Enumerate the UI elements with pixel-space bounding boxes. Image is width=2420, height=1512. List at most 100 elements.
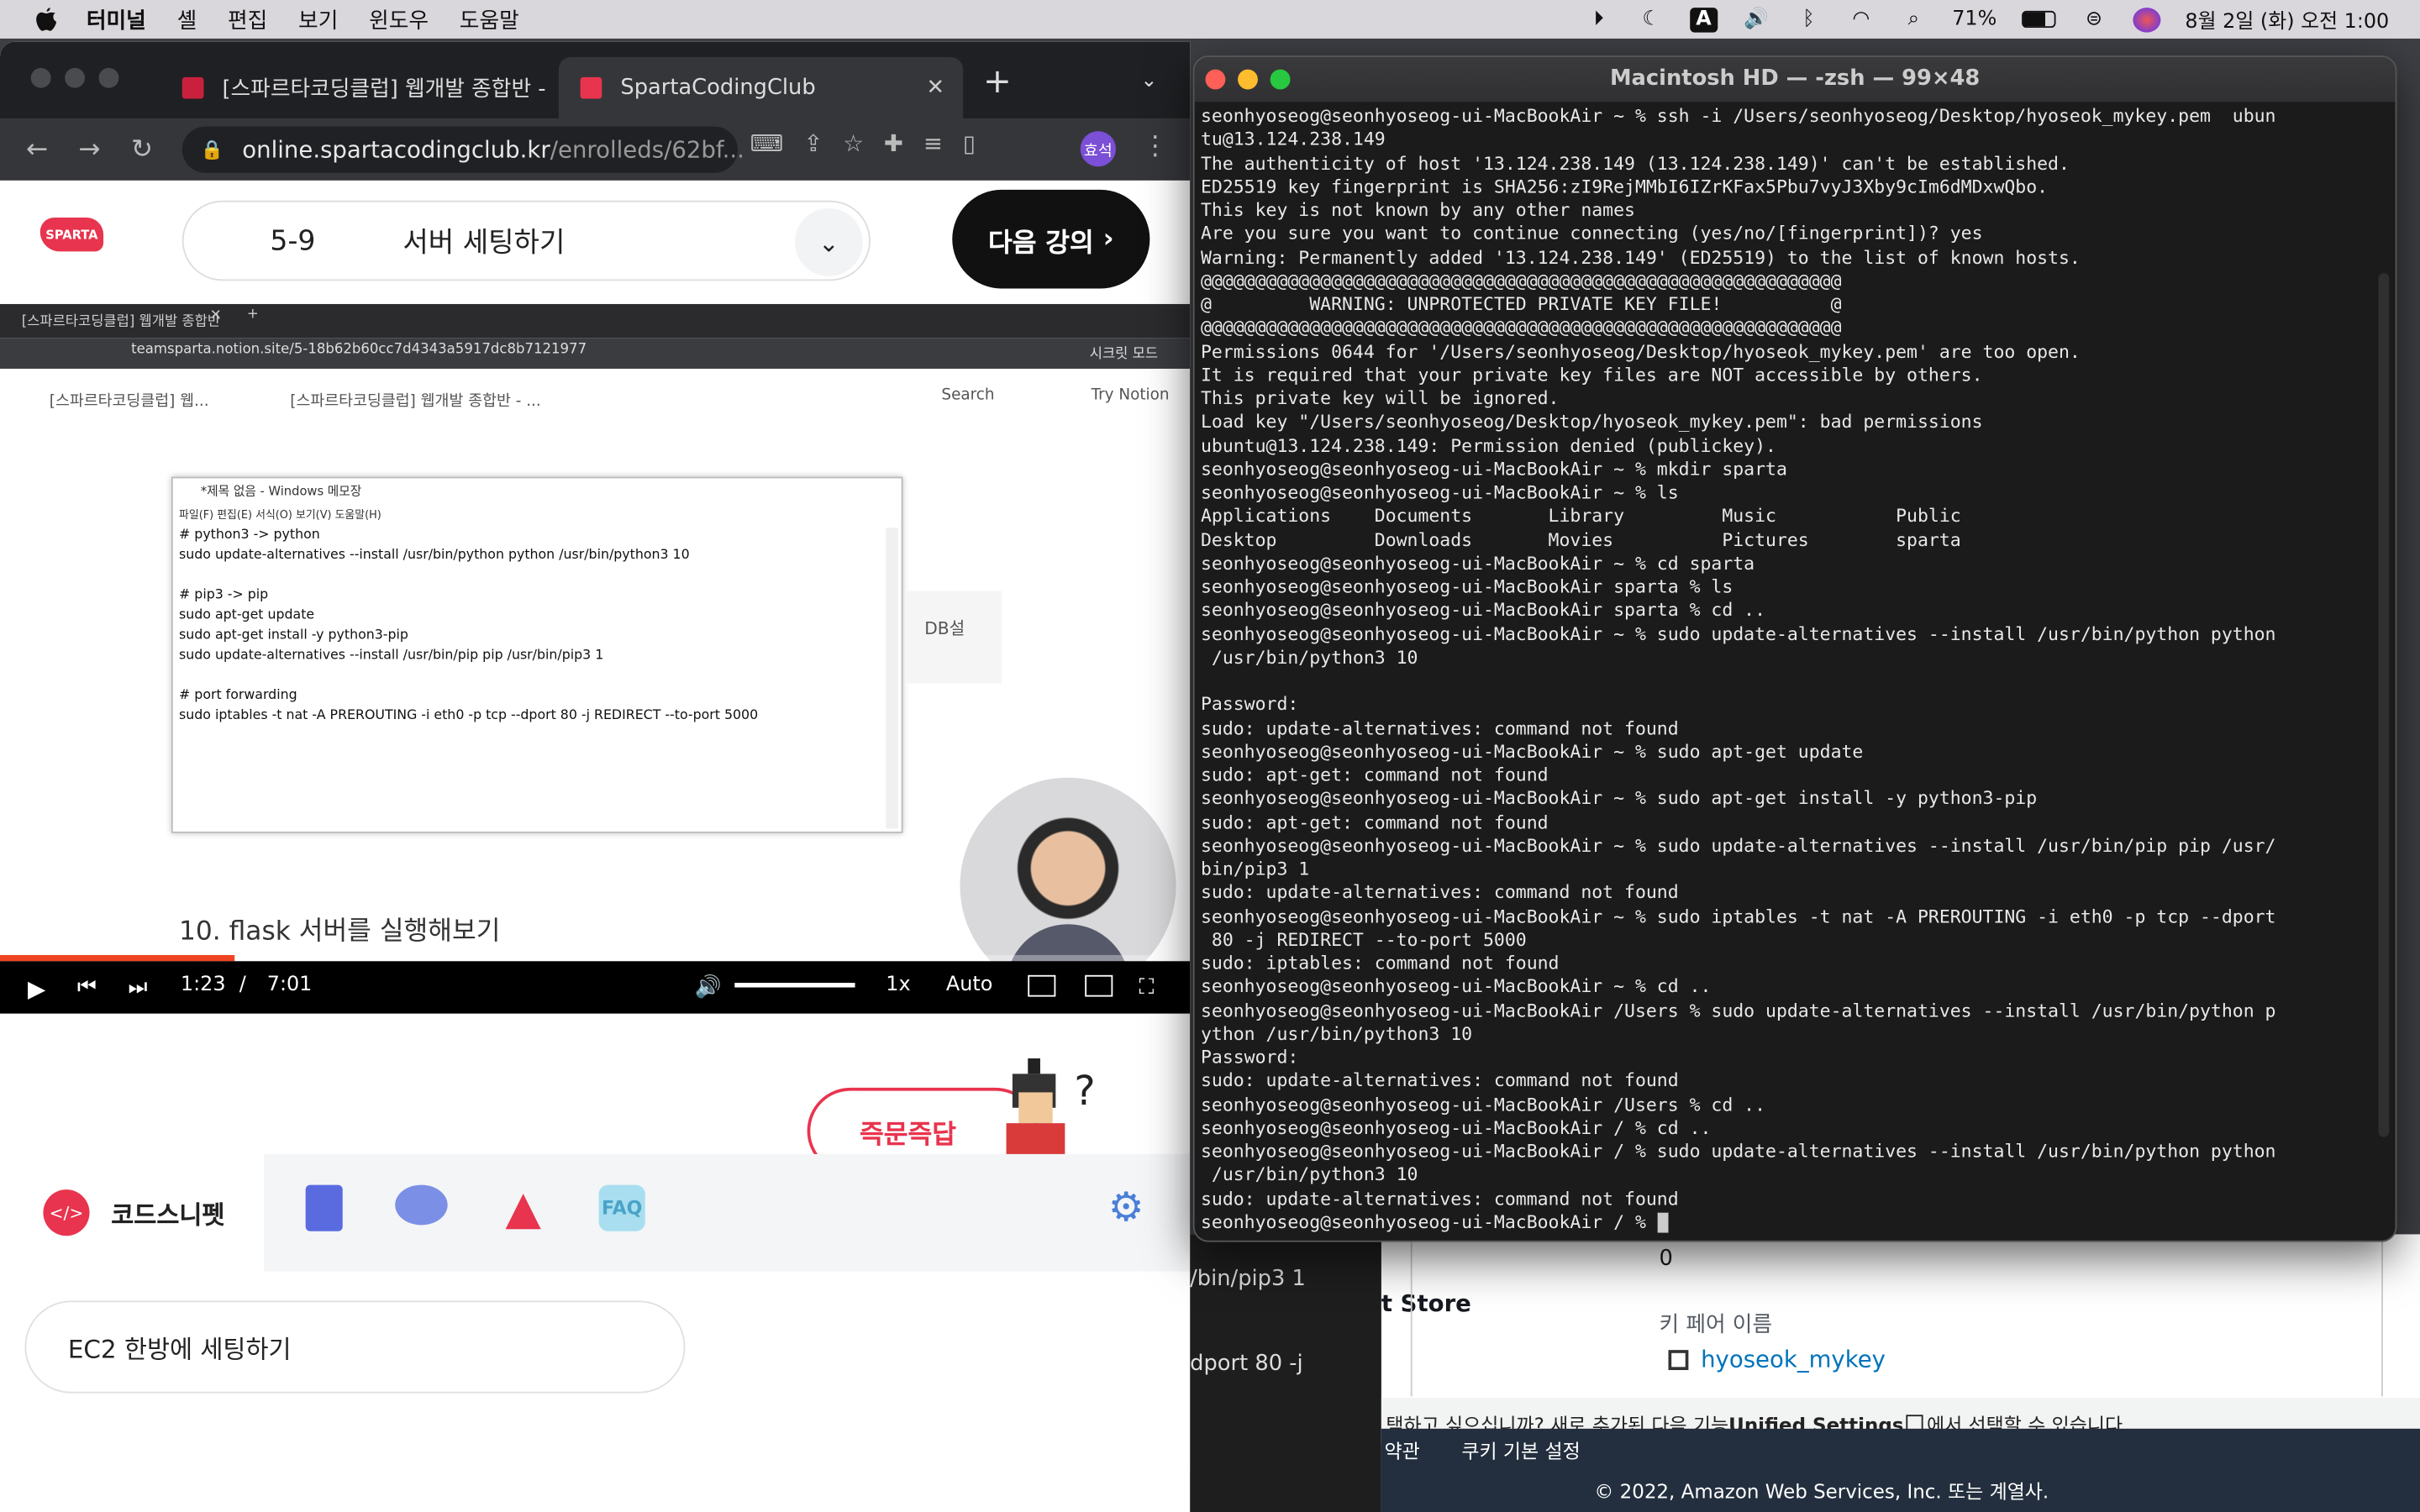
reading-list-icon[interactable]: ≡: [923, 129, 943, 157]
terminal-cursor: [1656, 1212, 1668, 1233]
lecture-number: 5-9: [270, 224, 316, 257]
close-tab-icon[interactable]: ✕: [927, 76, 945, 100]
terminal-zoom-button[interactable]: [1270, 69, 1291, 90]
previous-icon[interactable]: ⏮: [77, 975, 97, 1000]
volume-icon[interactable]: 🔊: [1742, 7, 1770, 31]
terminal-line: sudo: update-alternatives: command not f…: [1200, 1069, 1679, 1092]
url-path: /enrolleds/62bf...: [550, 135, 744, 164]
tab-code-snippet[interactable]: </> 코드스니펫: [0, 1153, 265, 1272]
terminal-line: It is required that your private key fil…: [1200, 364, 1983, 386]
search-icon[interactable]: ⌕: [1900, 7, 1928, 31]
terminal-line: ubuntu@13.124.238.149: Permission denied…: [1200, 434, 1776, 456]
menu-shell[interactable]: 셸: [177, 4, 197, 35]
translate-icon[interactable]: ⌨: [750, 129, 784, 157]
copy-icon[interactable]: [1668, 1349, 1689, 1370]
close-window-button[interactable]: [30, 67, 51, 88]
profile-avatar[interactable]: 효석: [1080, 131, 1116, 167]
tab-spartacodingclub[interactable]: SpartaCodingClub ✕: [558, 56, 964, 119]
footer-terms-link[interactable]: 약관: [1385, 1435, 1420, 1464]
play-icon[interactable]: ⏵: [1585, 7, 1612, 31]
window-controls: [30, 67, 119, 88]
terminal-line: seonhyoseog@seonhyoseog-ui-MacBookAir ~ …: [1200, 458, 1787, 480]
extensions-icon[interactable]: ✚: [884, 129, 903, 157]
pip-icon[interactable]: [1085, 974, 1113, 997]
warning-icon[interactable]: ▲: [500, 1181, 546, 1235]
tab-title: SpartaCodingClub: [620, 76, 816, 101]
keypair-label: 키 페어 이름: [1659, 1313, 1773, 1338]
terminal-line: /usr/bin/python3 10: [1200, 646, 1418, 668]
side-panel-icon[interactable]: ▯: [963, 129, 976, 157]
reload-icon[interactable]: ↻: [127, 134, 158, 165]
play-icon[interactable]: ▶: [28, 975, 45, 1003]
video-player[interactable]: [스파르타코딩클럽] 웹개발 종합반 ✕ + teamsparta.notion…: [0, 303, 1191, 1014]
chat-icon[interactable]: [395, 1184, 448, 1226]
terminal-output[interactable]: seonhyoseog@seonhyoseog-ui-MacBookAir ~ …: [1201, 105, 2374, 1239]
terminal-scrollbar[interactable]: [2378, 273, 2390, 1137]
terminal-line: sudo: update-alternatives: command not f…: [1200, 881, 1679, 903]
keypair-link[interactable]: hyoseok_mykey: [1668, 1346, 1886, 1373]
sparta-logo[interactable]: SPARTA: [39, 217, 104, 252]
notes-icon[interactable]: [305, 1184, 343, 1231]
svg-text:?: ?: [1074, 1068, 1095, 1115]
terminal-line: seonhyoseog@seonhyoseog-ui-MacBookAir /U…: [1200, 999, 2276, 1021]
lock-icon[interactable]: 🔒: [201, 139, 224, 160]
zoom-window-button[interactable]: [98, 67, 119, 88]
share-icon[interactable]: ⇪: [803, 129, 823, 157]
faq-icon[interactable]: FAQ: [598, 1184, 645, 1231]
next-lecture-button[interactable]: 다음 강의 ›: [952, 189, 1150, 289]
moon-icon[interactable]: ☾: [1638, 7, 1665, 31]
terminal-minimize-button[interactable]: [1238, 69, 1258, 90]
video-inner-tab-title: [스파르타코딩클럽] 웹개발 종합반: [21, 314, 221, 331]
forward-icon[interactable]: →: [74, 134, 105, 165]
video-inner-url: teamsparta.notion.site/5-18b62b60cc7d434…: [131, 342, 587, 359]
footer-cookie-link[interactable]: 쿠키 기본 설정: [1461, 1435, 1580, 1464]
terminal-close-button[interactable]: [1205, 69, 1226, 90]
apple-icon[interactable]: [34, 7, 58, 31]
chevron-down-icon[interactable]: ⌄: [794, 207, 863, 276]
menu-window[interactable]: 윈도우: [369, 4, 429, 35]
quality-button[interactable]: Auto: [946, 974, 992, 997]
back-icon[interactable]: ←: [22, 134, 53, 165]
menu-app-terminal[interactable]: 터미널: [87, 4, 146, 35]
next-icon[interactable]: ⏭: [128, 975, 147, 1000]
volume-icon[interactable]: 🔊: [695, 975, 722, 1000]
next-lecture-label: 다음 강의: [987, 227, 1094, 259]
aws-footer: 약관 쿠키 기본 설정 © 2022, Amazon Web Services,…: [1381, 1428, 2420, 1512]
volume-slider[interactable]: [734, 983, 855, 988]
terminal-line: seonhyoseog@seonhyoseog-ui-MacBookAir ~ …: [1200, 740, 1864, 762]
terminal-line: ED25519 key fingerprint is SHA256:zI9Rej…: [1200, 175, 2049, 197]
gear-icon[interactable]: ⚙: [1108, 1185, 1155, 1231]
terminal-window[interactable]: Macintosh HD — -zsh — 99×48 seonhyoseog@…: [1192, 55, 2397, 1242]
lecture-selector[interactable]: 5-9 서버 세팅하기 ⌄: [182, 200, 871, 281]
minimize-window-button[interactable]: [65, 67, 86, 88]
wifi-icon[interactable]: ◠: [1847, 7, 1875, 31]
notepad-menu: 파일(F) 편집(E) 서식(O) 보기(V) 도움말(H): [179, 509, 381, 522]
tab-notion-page[interactable]: [스파르타코딩클럽] 웹개발 종합반 -: [160, 57, 559, 118]
bookmark-star-icon[interactable]: ☆: [843, 129, 864, 157]
terminal-line: seonhyoseog@seonhyoseog-ui-MacBookAir ~ …: [1200, 834, 2276, 856]
menu-help[interactable]: 도움말: [460, 4, 519, 35]
fullscreen-icon[interactable]: ⛶: [1139, 975, 1155, 1000]
input-icon[interactable]: A: [1689, 7, 1718, 32]
address-bar[interactable]: 🔒 online.spartacodingclub.kr/enrolleds/6…: [182, 126, 744, 173]
bluetooth-icon[interactable]: ᛒ: [1795, 7, 1823, 31]
tab-search-chevron-icon[interactable]: ⌄: [1140, 70, 1157, 93]
siri-icon[interactable]: [2132, 7, 2161, 32]
video-progress-bar[interactable]: [0, 954, 1191, 962]
terminal-line: 80 -j REDIRECT --to-port 5000: [1200, 928, 1527, 950]
browser-menu-icon[interactable]: ⋮: [1142, 131, 1168, 162]
tab-code-snippet-label: 코드스니펫: [111, 1200, 225, 1230]
speed-button[interactable]: 1x: [886, 974, 910, 997]
section-heading: 10. flask 서버를 실행해보기: [179, 916, 501, 948]
terminal-line: Password:: [1200, 693, 1299, 715]
menu-edit[interactable]: 편집: [228, 4, 267, 35]
battery-icon[interactable]: [2021, 10, 2056, 29]
lecture-title: 서버 세팅하기: [402, 227, 566, 260]
control-center-icon[interactable]: ⊜: [2081, 7, 2108, 31]
terminal-line: sudo: update-alternatives: command not f…: [1200, 717, 1679, 738]
clock: 8월 2일 (화) 오전 1:00: [2185, 10, 2390, 34]
new-tab-button[interactable]: +: [983, 63, 1012, 102]
captions-icon[interactable]: [1028, 974, 1056, 997]
snippet-item[interactable]: EC2 한방에 세팅하기: [24, 1300, 686, 1394]
menu-view[interactable]: 보기: [298, 4, 338, 35]
